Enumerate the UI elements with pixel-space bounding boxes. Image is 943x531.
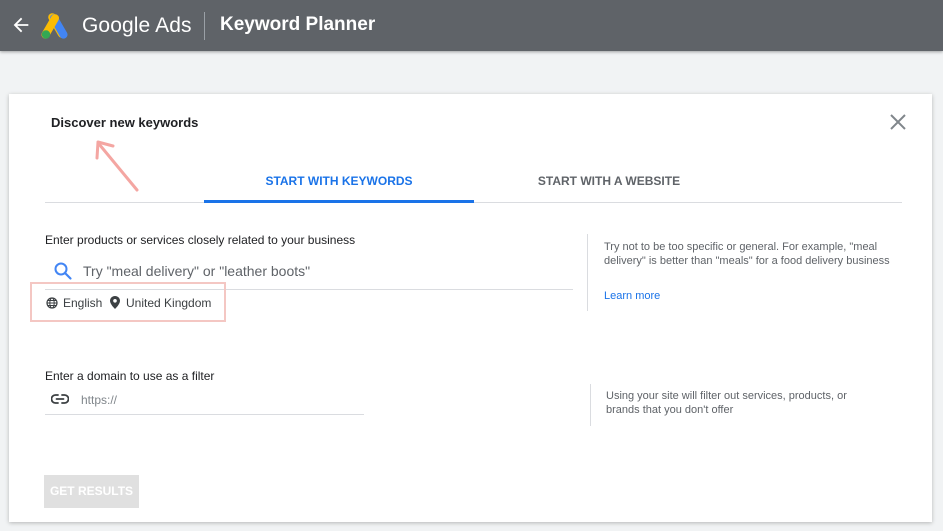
domain-filter-label: Enter a domain to use as a filter bbox=[45, 369, 215, 383]
top-app-bar: Google Ads Keyword Planner bbox=[0, 0, 943, 51]
close-icon[interactable] bbox=[889, 113, 907, 131]
page-title: Keyword Planner bbox=[220, 14, 376, 35]
domain-input[interactable] bbox=[81, 392, 351, 408]
language-selector[interactable]: English bbox=[63, 296, 102, 310]
globe-icon bbox=[46, 297, 58, 309]
domain-tip-divider bbox=[590, 384, 591, 426]
keywords-input[interactable] bbox=[83, 260, 563, 282]
domain-filter-field bbox=[45, 386, 364, 415]
domain-tip: Using your site will filter out services… bbox=[606, 390, 847, 416]
keyword-discovery-dialog: Discover new keywords START WITH KEYWORD… bbox=[9, 94, 932, 522]
location-pin-icon bbox=[110, 296, 120, 309]
dialog-title: Discover new keywords bbox=[51, 115, 199, 130]
location-selector[interactable]: United Kingdom bbox=[126, 296, 211, 310]
google-ads-logo bbox=[41, 13, 68, 39]
brand-name: Google Ads bbox=[82, 14, 192, 37]
link-icon bbox=[51, 394, 69, 404]
learn-more-link[interactable]: Learn more bbox=[604, 290, 660, 302]
keywords-label: Enter products or services closely relat… bbox=[45, 233, 356, 247]
active-tab-indicator bbox=[204, 200, 474, 203]
tab-start-with-website[interactable]: START WITH A WEBSITE bbox=[474, 174, 744, 188]
get-results-button[interactable]: GET RESULTS bbox=[44, 475, 139, 508]
keywords-tip: Try not to be too specific or general. F… bbox=[604, 241, 890, 267]
annotation-arrow-icon bbox=[95, 140, 139, 192]
tab-start-with-keywords[interactable]: START WITH KEYWORDS bbox=[204, 174, 474, 188]
arrow-left-icon[interactable] bbox=[10, 14, 32, 36]
header-divider bbox=[204, 12, 205, 40]
tip-divider bbox=[587, 234, 588, 311]
search-icon bbox=[54, 262, 72, 280]
